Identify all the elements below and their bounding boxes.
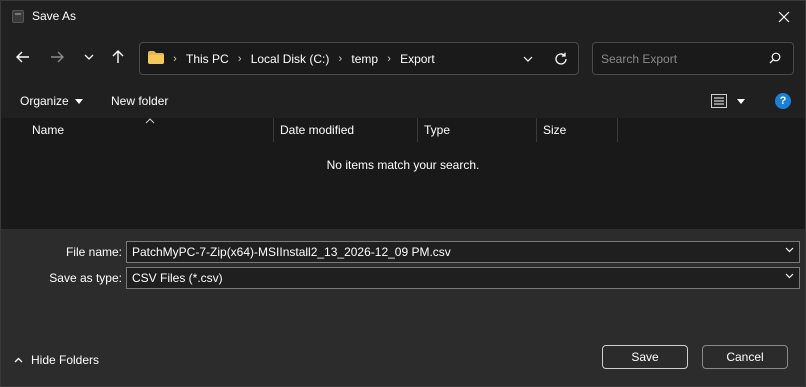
file-list[interactable]: Name Date modified Type Size No items ma…: [1, 118, 805, 229]
save-as-dialog: Save As › This PC › Local Disk (C:) › te…: [0, 0, 806, 387]
column-header-type[interactable]: Type: [418, 118, 536, 142]
caret-down-icon: [737, 98, 745, 104]
breadcrumb-local-disk[interactable]: Local Disk (C:): [249, 52, 332, 66]
file-name-label: File name:: [65, 245, 122, 259]
address-history-dropdown[interactable]: [520, 51, 536, 67]
folder-icon: [148, 51, 164, 67]
search-icon[interactable]: [769, 52, 781, 67]
title-bar: Save As: [1, 1, 805, 32]
close-button[interactable]: [771, 4, 797, 30]
command-bar: Organize New folder ?: [1, 86, 805, 118]
back-button[interactable]: [10, 44, 36, 70]
refresh-button[interactable]: [550, 49, 572, 69]
new-folder-button[interactable]: New folder: [111, 94, 168, 108]
save-as-type-label: Save as type:: [49, 271, 122, 285]
forward-button[interactable]: [44, 44, 70, 70]
chevron-down-icon: [523, 56, 533, 62]
new-folder-label: New folder: [111, 94, 169, 108]
search-input[interactable]: [601, 50, 761, 68]
chevron-down-icon: [785, 273, 794, 279]
change-view-button[interactable]: [711, 94, 745, 108]
caret-down-icon: [74, 98, 83, 104]
breadcrumb-this-pc[interactable]: This PC: [184, 52, 231, 66]
chevron-up-icon: [14, 357, 23, 363]
close-icon: [778, 11, 790, 23]
file-name-value[interactable]: PatchMyPC-7-Zip(x64)-MSIInstall2_13_2026…: [132, 245, 451, 259]
column-header-name[interactable]: Name: [26, 118, 273, 142]
organize-button[interactable]: Organize: [20, 94, 83, 108]
chevron-down-icon[interactable]: [785, 247, 794, 253]
address-bar[interactable]: › This PC › Local Disk (C:) › temp › Exp…: [139, 42, 579, 75]
save-button[interactable]: Save: [602, 345, 688, 369]
window-title: Save As: [32, 9, 77, 23]
arrow-right-icon: [51, 51, 64, 63]
hide-folders-button[interactable]: Hide Folders: [14, 353, 99, 367]
breadcrumb: › This PC › Local Disk (C:) › temp › Exp…: [166, 43, 437, 74]
breadcrumb-temp[interactable]: temp: [349, 52, 380, 66]
refresh-icon: [555, 52, 567, 65]
chevron-right-icon[interactable]: ›: [380, 53, 398, 65]
save-as-type-value: CSV Files (*.csv): [132, 271, 223, 285]
breadcrumb-export[interactable]: Export: [398, 52, 437, 66]
save-options-panel: File name: PatchMyPC-7-Zip(x64)-MSIInsta…: [1, 229, 805, 386]
app-icon: [12, 10, 24, 23]
empty-list-message: No items match your search.: [326, 158, 480, 172]
chevron-down-icon: [84, 54, 94, 60]
hide-folders-label: Hide Folders: [31, 353, 100, 367]
file-name-field[interactable]: PatchMyPC-7-Zip(x64)-MSIInstall2_13_2026…: [126, 241, 800, 263]
recent-locations-button[interactable]: [76, 44, 102, 70]
arrow-up-icon: [112, 50, 124, 63]
column-header-date-modified[interactable]: Date modified: [274, 118, 417, 142]
column-header-size[interactable]: Size: [537, 118, 617, 142]
view-details-icon: [711, 94, 727, 108]
navigation-bar: › This PC › Local Disk (C:) › temp › Exp…: [1, 32, 805, 86]
search-box[interactable]: [592, 42, 794, 75]
up-button[interactable]: [105, 44, 131, 70]
help-icon: ?: [779, 95, 787, 107]
cancel-button[interactable]: Cancel: [702, 345, 788, 369]
save-as-type-select[interactable]: CSV Files (*.csv): [126, 267, 800, 289]
column-divider[interactable]: [617, 118, 618, 142]
chevron-right-icon[interactable]: ›: [231, 53, 249, 65]
arrow-left-icon: [16, 51, 29, 63]
organize-label: Organize: [20, 94, 69, 108]
chevron-right-icon[interactable]: ›: [331, 53, 349, 65]
help-button[interactable]: ?: [775, 93, 791, 109]
chevron-right-icon: ›: [173, 52, 177, 65]
